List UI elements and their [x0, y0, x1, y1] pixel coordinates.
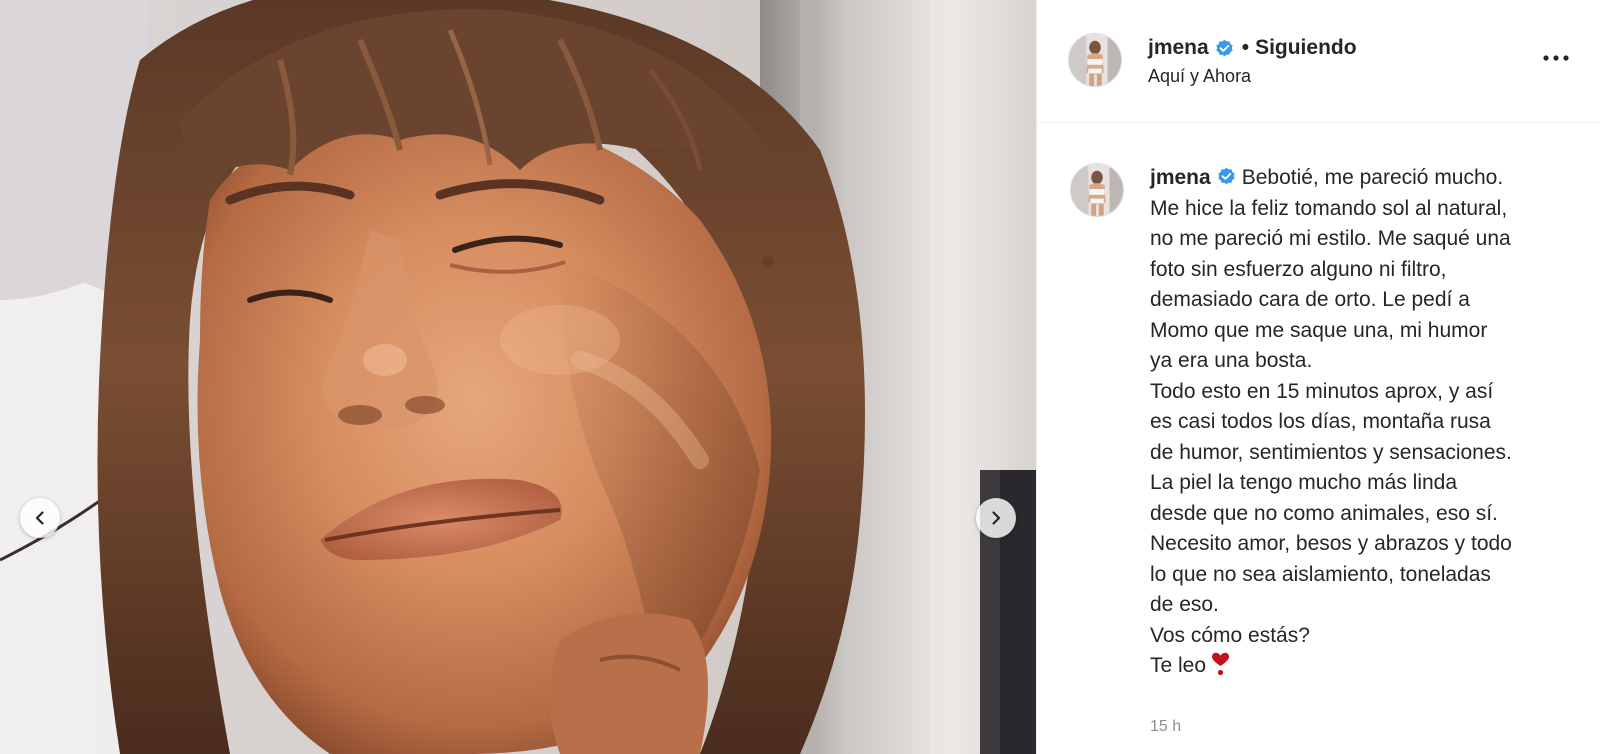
heart-exclamation-icon [1210, 652, 1231, 676]
caption-line: de eso. [1150, 593, 1219, 616]
caption-line: Todo esto en 15 minutos aprox, y así [1150, 379, 1494, 403]
caption-line: de humor, sentimientos y sensaciones. [1150, 440, 1512, 464]
previous-photo-button[interactable] [20, 498, 60, 538]
caption-text: Bebotié, me pareció mucho. [1241, 166, 1504, 189]
caption-line: no me pareció mi estilo. Me saqué una [1150, 227, 1511, 250]
caption-line: Necesito amor, besos y abrazos y todo [1150, 532, 1512, 555]
caption-line: ya era una bosta. [1150, 349, 1313, 372]
chevron-right-icon [992, 511, 1001, 525]
avatar-image [1069, 34, 1121, 86]
caption-text: Te leo [1150, 654, 1207, 677]
caption-avatar[interactable] [1070, 163, 1124, 217]
more-options-button[interactable] [1541, 46, 1571, 70]
author-line: jmena • Siguiendo [1148, 36, 1357, 60]
post-sidebar: jmena • Siguiendo Aquí y Ahora jmena Beb… [1036, 0, 1600, 754]
author-username[interactable]: jmena [1148, 36, 1209, 60]
post-location[interactable]: Aquí y Ahora [1148, 66, 1251, 87]
verified-badge-icon [1215, 39, 1234, 58]
caption-line: desde que no como animales, eso sí. [1150, 501, 1498, 525]
more-dots-icon [1543, 55, 1569, 61]
caption-line: Vos cómo estás? [1150, 623, 1310, 647]
caption-line: es casi todos los días, montaña rusa [1150, 410, 1491, 433]
post-caption: jmena Bebotié, me pareció mucho. Me hice … [1150, 163, 1580, 682]
next-photo-button[interactable] [976, 498, 1016, 538]
chevron-left-icon [35, 511, 44, 525]
caption-line: lo que no sea aislamiento, toneladas [1150, 562, 1491, 586]
post-header: jmena • Siguiendo Aquí y Ahora [1037, 0, 1600, 123]
caption-line: Me hice la feliz tomando sol al natural, [1150, 196, 1508, 220]
caption-line: foto sin esfuerzo alguno ni filtro, [1150, 257, 1447, 281]
caption-line: La piel la tengo mucho más linda [1150, 471, 1458, 494]
post-photo[interactable] [0, 0, 1036, 754]
caption-username[interactable]: jmena [1150, 166, 1211, 189]
separator-dot: • [1241, 36, 1250, 59]
selfie-photo [0, 0, 1036, 754]
caption-line: jmena Bebotié, me pareció mucho. [1150, 163, 1580, 194]
caption-line: Momo que me saque una, mi humor [1150, 318, 1488, 342]
verified-badge-icon [1217, 167, 1236, 186]
post-timestamp[interactable]: 15 h [1150, 718, 1181, 736]
instagram-post: jmena • Siguiendo Aquí y Ahora jmena Beb… [0, 0, 1600, 754]
avatar-image [1071, 164, 1123, 216]
caption-line: demasiado cara de orto. Le pedí a [1150, 288, 1470, 311]
author-avatar[interactable] [1068, 33, 1122, 87]
caption-line: Te leo [1150, 651, 1580, 682]
follow-status-button[interactable]: Siguiendo [1255, 36, 1357, 60]
